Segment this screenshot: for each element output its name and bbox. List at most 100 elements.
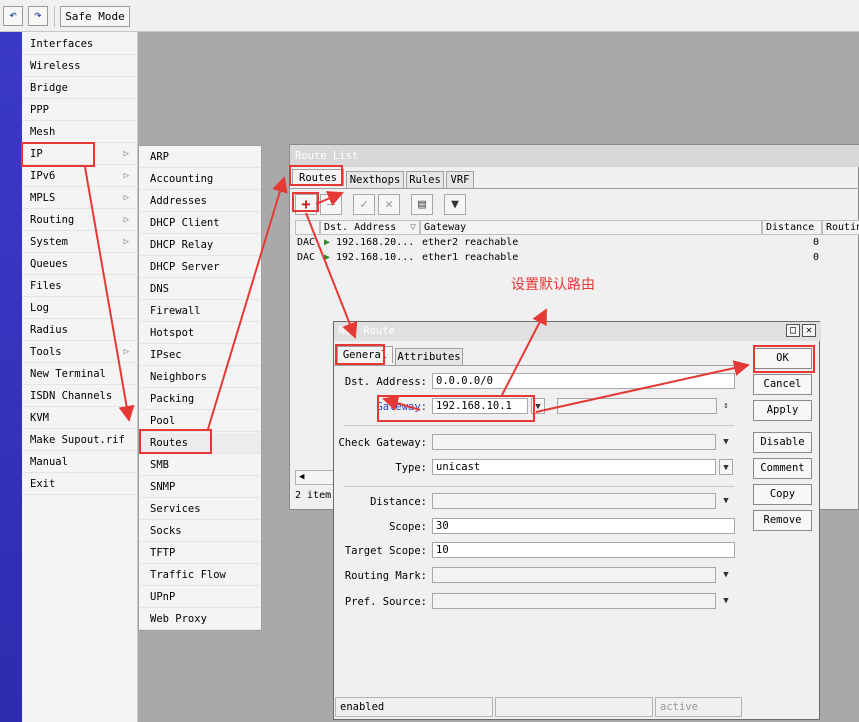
type-select[interactable]: unicast xyxy=(432,459,716,475)
route-list-title: Route List xyxy=(290,145,859,167)
row-flags: DAC xyxy=(297,252,316,263)
tab-nexthops[interactable]: Nexthops xyxy=(346,171,404,188)
menu-item-isdn-channels[interactable]: ISDN Channels xyxy=(22,386,136,407)
menu-item-manual[interactable]: Manual xyxy=(22,452,136,473)
menu-item-log[interactable]: Log xyxy=(22,298,136,319)
menu-item-radius[interactable]: Radius xyxy=(22,320,136,341)
submenu-item-packing[interactable]: Packing xyxy=(139,389,261,410)
submenu-item-hotspot[interactable]: Hotspot xyxy=(139,323,261,344)
row-dst: 192.168.20... xyxy=(336,237,415,248)
submenu-item-web-proxy[interactable]: Web Proxy xyxy=(139,609,261,630)
chevron-down-icon[interactable]: ▼ xyxy=(719,459,733,475)
enable-icon[interactable]: ✓ xyxy=(353,194,375,215)
submenu-item-firewall[interactable]: Firewall xyxy=(139,301,261,322)
scope-input[interactable]: 30 xyxy=(432,518,735,534)
apply-button[interactable]: Apply xyxy=(753,400,812,421)
submenu-item-dhcp-client[interactable]: DHCP Client xyxy=(139,213,261,234)
tab-rules[interactable]: Rules xyxy=(406,171,444,188)
comment-icon[interactable]: ▤ xyxy=(411,194,433,215)
submenu-item-neighbors[interactable]: Neighbors xyxy=(139,367,261,388)
up-down-icon[interactable]: ↕ xyxy=(719,398,733,414)
submenu-item-traffic-flow[interactable]: Traffic Flow xyxy=(139,565,261,586)
chevron-down-icon[interactable]: ▼ xyxy=(719,567,733,583)
type-label: Type: xyxy=(395,462,427,474)
menu-item-ppp[interactable]: PPP xyxy=(22,100,136,121)
menu-item-ipv6[interactable]: IPv6 ▷ xyxy=(22,166,136,187)
column-header-routing[interactable]: Routin xyxy=(822,220,859,235)
pref-source-select[interactable] xyxy=(432,593,716,609)
table-row[interactable]: DAC ▶ 192.168.20... ether2 reachable 0 xyxy=(295,236,859,250)
distance-select[interactable] xyxy=(432,493,716,509)
submenu-item-ipsec[interactable]: IPsec xyxy=(139,345,261,366)
menu-item-system[interactable]: System ▷ xyxy=(22,232,136,253)
gateway-state-field xyxy=(557,398,717,414)
row-gateway: ether2 reachable xyxy=(422,237,519,248)
submenu-item-services[interactable]: Services xyxy=(139,499,261,520)
submenu-item-smb[interactable]: SMB xyxy=(139,455,261,476)
submenu-item-tftp[interactable]: TFTP xyxy=(139,543,261,564)
disable-icon[interactable]: ✕ xyxy=(378,194,400,215)
submenu-item-dns[interactable]: DNS xyxy=(139,279,261,300)
chevron-down-icon[interactable]: ▼ xyxy=(719,593,733,609)
submenu-item-dhcp-server[interactable]: DHCP Server xyxy=(139,257,261,278)
submenu-item-snmp[interactable]: SNMP xyxy=(139,477,261,498)
check-gateway-select[interactable] xyxy=(432,434,716,450)
maximize-icon[interactable]: □ xyxy=(786,324,800,337)
chevron-down-icon[interactable]: ▼ xyxy=(719,434,733,450)
routing-mark-select[interactable] xyxy=(432,567,716,583)
menu-item-label: Routing xyxy=(30,214,75,226)
menu-item-tools[interactable]: Tools ▷ xyxy=(22,342,136,363)
distance-label: Distance: xyxy=(370,496,427,508)
annotation-box-ip xyxy=(21,142,95,167)
column-header-distance[interactable]: Distance xyxy=(762,220,822,235)
redo-icon[interactable]: ↷ xyxy=(28,6,48,26)
menu-item-files[interactable]: Files xyxy=(22,276,136,297)
column-header-dst[interactable]: Dst. Address ▽ xyxy=(320,220,420,235)
menu-item-bridge[interactable]: Bridge xyxy=(22,78,136,99)
cancel-button[interactable]: Cancel xyxy=(753,374,812,395)
column-label: Dst. Address xyxy=(324,222,397,233)
comment-button[interactable]: Comment xyxy=(753,458,812,479)
filter-icon[interactable]: ▼ xyxy=(444,194,466,215)
target-scope-input[interactable]: 10 xyxy=(432,542,735,558)
submenu-item-accounting[interactable]: Accounting xyxy=(139,169,261,190)
undo-icon[interactable]: ↶ xyxy=(3,6,23,26)
submenu-item-label: Neighbors xyxy=(150,371,207,383)
copy-button[interactable]: Copy xyxy=(753,484,812,505)
submenu-item-upnp[interactable]: UPnP xyxy=(139,587,261,608)
menu-item-mpls[interactable]: MPLS ▷ xyxy=(22,188,136,209)
menu-item-interfaces[interactable]: Interfaces xyxy=(22,34,136,55)
menu-item-mesh[interactable]: Mesh xyxy=(22,122,136,143)
status-middle xyxy=(495,697,653,717)
menu-item-queues[interactable]: Queues xyxy=(22,254,136,275)
menu-item-kvm[interactable]: KVM xyxy=(22,408,136,429)
chevron-right-icon: ▷ xyxy=(123,149,129,159)
route-active-icon: ▶ xyxy=(324,237,331,248)
scroll-left-icon[interactable]: ◀ xyxy=(295,470,335,485)
remove-button[interactable]: Remove xyxy=(753,510,812,531)
submenu-item-socks[interactable]: Socks xyxy=(139,521,261,542)
chevron-right-icon: ▷ xyxy=(123,237,129,247)
tab-vrf[interactable]: VRF xyxy=(446,171,474,188)
submenu-item-addresses[interactable]: Addresses xyxy=(139,191,261,212)
menu-item-routing[interactable]: Routing ▷ xyxy=(22,210,136,231)
annotation-box-general-tab xyxy=(335,344,385,365)
disable-button[interactable]: Disable xyxy=(753,432,812,453)
submenu-item-dhcp-relay[interactable]: DHCP Relay xyxy=(139,235,261,256)
menu-item-wireless[interactable]: Wireless xyxy=(22,56,136,77)
sort-icon: ▽ xyxy=(409,222,416,233)
submenu-item-arp[interactable]: ARP xyxy=(139,147,261,168)
chevron-down-icon[interactable]: ▼ xyxy=(719,493,733,509)
column-header-gateway[interactable]: Gateway xyxy=(420,220,762,235)
close-icon[interactable]: ✕ xyxy=(802,324,816,337)
submenu-item-label: Hotspot xyxy=(150,327,195,339)
tab-attributes[interactable]: Attributes xyxy=(395,348,463,365)
menu-item-make-supout[interactable]: Make Supout.rif xyxy=(22,430,136,451)
menu-item-exit[interactable]: Exit xyxy=(22,474,136,495)
remove-icon[interactable]: – xyxy=(320,194,342,215)
safe-mode-button[interactable]: Safe Mode xyxy=(60,6,130,27)
table-row[interactable]: DAC ▶ 192.168.10... ether1 reachable 0 xyxy=(295,251,859,265)
submenu-item-label: DHCP Relay xyxy=(150,239,214,251)
menu-item-new-terminal[interactable]: New Terminal xyxy=(22,364,136,385)
dst-address-input[interactable]: 0.0.0.0/0 xyxy=(432,373,735,389)
